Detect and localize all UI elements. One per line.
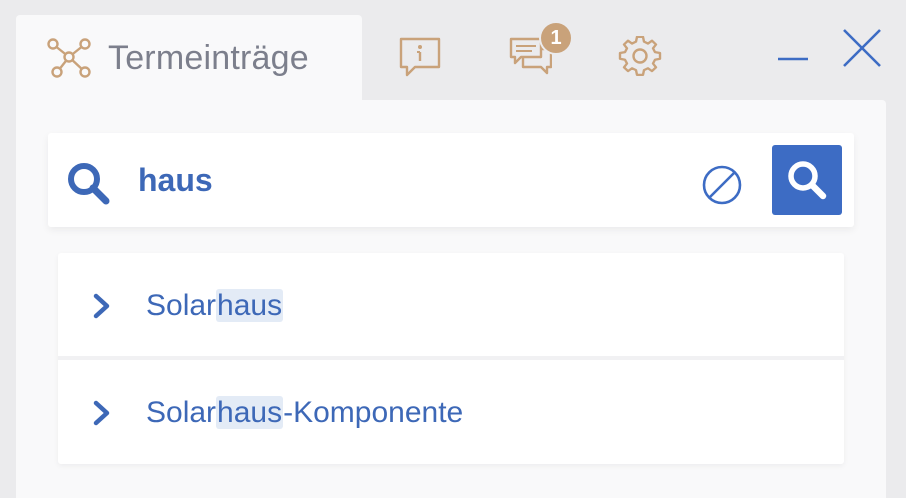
results-list: Solarhaus Solarhaus-Komponente bbox=[58, 253, 844, 464]
label-suffix: -Komponente bbox=[283, 396, 464, 429]
clear-icon[interactable] bbox=[700, 163, 744, 207]
network-icon bbox=[47, 38, 91, 78]
tab-termeintraege[interactable]: Termeinträge bbox=[16, 15, 362, 110]
tab-title: Termeinträge bbox=[108, 39, 309, 77]
label-prefix: Solar bbox=[146, 396, 217, 429]
list-item[interactable]: Solarhaus-Komponente bbox=[58, 360, 844, 464]
search-icon bbox=[788, 161, 827, 200]
search-icon bbox=[68, 163, 110, 205]
info-icon[interactable] bbox=[398, 36, 442, 78]
chevron-right-icon[interactable] bbox=[90, 398, 114, 428]
minimize-icon[interactable] bbox=[776, 40, 810, 80]
search-bar: haus bbox=[48, 133, 854, 227]
notification-badge: 1 bbox=[539, 21, 573, 55]
search-highlight: haus bbox=[216, 396, 284, 429]
label-prefix: Solar bbox=[146, 289, 217, 322]
chevron-right-icon[interactable] bbox=[90, 291, 114, 321]
search-button[interactable] bbox=[772, 145, 842, 215]
result-label[interactable]: Solarhaus bbox=[146, 287, 284, 325]
list-item[interactable]: Solarhaus bbox=[58, 253, 844, 360]
result-label[interactable]: Solarhaus-Komponente bbox=[146, 394, 463, 432]
search-highlight: haus bbox=[216, 289, 284, 322]
close-icon[interactable] bbox=[840, 26, 884, 70]
gear-icon[interactable] bbox=[618, 36, 662, 78]
search-input[interactable]: haus bbox=[138, 159, 213, 201]
